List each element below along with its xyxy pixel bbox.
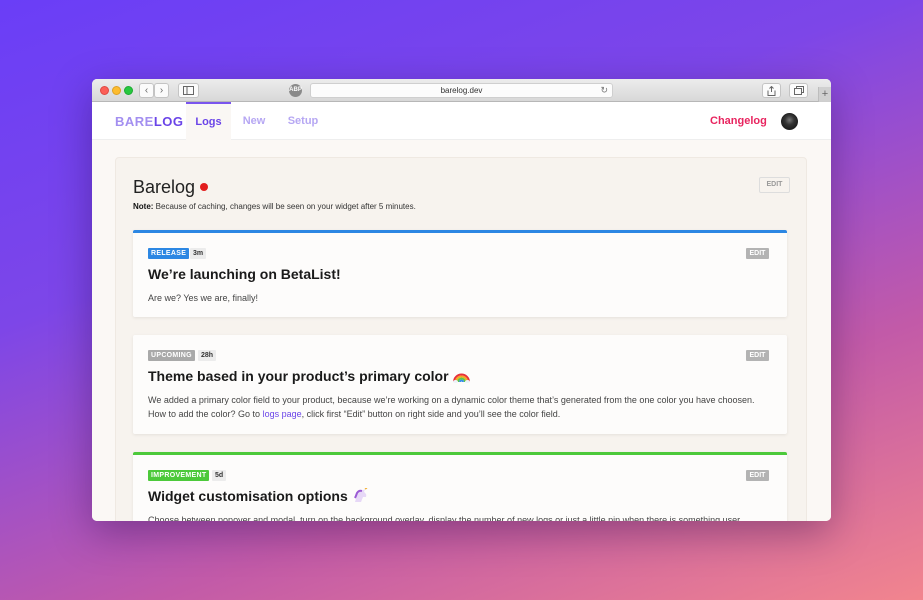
barelog-logo[interactable]: BARELOG	[115, 114, 184, 129]
logo-bare-text: BARE	[115, 114, 154, 129]
changelog-link[interactable]: Changelog	[710, 102, 767, 140]
log-body: We added a primary color field to your p…	[148, 393, 768, 421]
log-title: We’re launching on BetaList!	[148, 266, 341, 282]
log-card: UPCOMING 28h EDIT Theme based in your pr…	[133, 335, 787, 434]
tab-logs[interactable]: Logs	[186, 102, 231, 140]
log-time-badge: 5d	[212, 470, 227, 481]
log-card: IMPROVEMENT 5d EDIT Widget customisation…	[133, 452, 787, 521]
share-icon	[767, 85, 776, 96]
unicorn-icon	[352, 487, 368, 506]
note-label: Note:	[133, 202, 154, 211]
edit-log-button[interactable]: EDIT	[746, 350, 769, 361]
logs-page-link[interactable]: logs page	[263, 409, 302, 419]
user-avatar[interactable]	[781, 113, 798, 130]
share-button[interactable]	[762, 83, 781, 98]
log-title-text: Widget customisation options	[148, 488, 348, 504]
address-bar[interactable]: barelog.dev ↻	[310, 83, 613, 98]
url-text: barelog.dev	[440, 86, 483, 95]
log-title: Widget customisation options	[148, 487, 368, 506]
tab-setup[interactable]: Setup	[286, 102, 320, 140]
edit-product-button[interactable]: EDIT	[759, 177, 790, 193]
back-button[interactable]: ‹	[139, 83, 154, 98]
caching-note: Note: Because of caching, changes will b…	[133, 202, 416, 211]
page-title: Barelog	[133, 177, 209, 198]
app-header: BARELOG Logs New Setup Changelog	[92, 102, 831, 140]
tab-new[interactable]: New	[240, 102, 268, 140]
chevron-left-icon: ‹	[144, 85, 149, 96]
log-body: Choose between popover and modal, turn o…	[148, 515, 741, 521]
edit-log-button[interactable]: EDIT	[746, 248, 769, 259]
log-title-text: Theme based in your product’s primary co…	[148, 368, 449, 384]
page-title-text: Barelog	[133, 177, 196, 197]
log-body: Are we? Yes we are, finally!	[148, 293, 259, 303]
log-body-text-end: , click first “Edit” button on right sid…	[301, 409, 561, 419]
forward-button[interactable]: ›	[154, 83, 169, 98]
plus-icon: +	[821, 88, 829, 100]
live-status-dot	[200, 183, 209, 191]
browser-window: ‹ › ABP barelog.dev ↻ + BARELOG Logs New…	[92, 79, 831, 521]
log-type-badge: UPCOMING	[148, 350, 195, 361]
log-type-badge: RELEASE	[148, 248, 190, 259]
note-text: Because of caching, changes will be seen…	[153, 202, 416, 211]
sidebar-toggle-button[interactable]	[178, 83, 199, 98]
main-content: Barelog EDIT Note: Because of caching, c…	[92, 140, 831, 521]
log-title: Theme based in your product’s primary co…	[148, 368, 470, 386]
tabs-icon	[793, 86, 804, 95]
log-time-badge: 28h	[198, 350, 217, 361]
reload-icon[interactable]: ↻	[600, 84, 608, 97]
show-tabs-button[interactable]	[789, 83, 808, 98]
log-card: RELEASE 3m EDIT We’re launching on BetaL…	[133, 230, 787, 317]
sidebar-icon	[183, 86, 194, 95]
rainbow-icon	[452, 369, 470, 386]
log-time-badge: 3m	[190, 248, 207, 259]
adblock-icon[interactable]: ABP	[289, 84, 302, 97]
log-type-badge: IMPROVEMENT	[148, 470, 210, 481]
new-tab-button[interactable]: +	[818, 87, 831, 102]
edit-log-button[interactable]: EDIT	[746, 470, 769, 481]
minimize-window-button[interactable]	[112, 86, 121, 95]
browser-titlebar: ‹ › ABP barelog.dev ↻ +	[92, 79, 831, 102]
chevron-right-icon: ›	[159, 85, 164, 96]
zoom-window-button[interactable]	[124, 86, 133, 95]
logo-log-text: LOG	[153, 114, 184, 129]
product-panel: Barelog EDIT Note: Because of caching, c…	[115, 157, 807, 521]
close-window-button[interactable]	[100, 86, 109, 95]
